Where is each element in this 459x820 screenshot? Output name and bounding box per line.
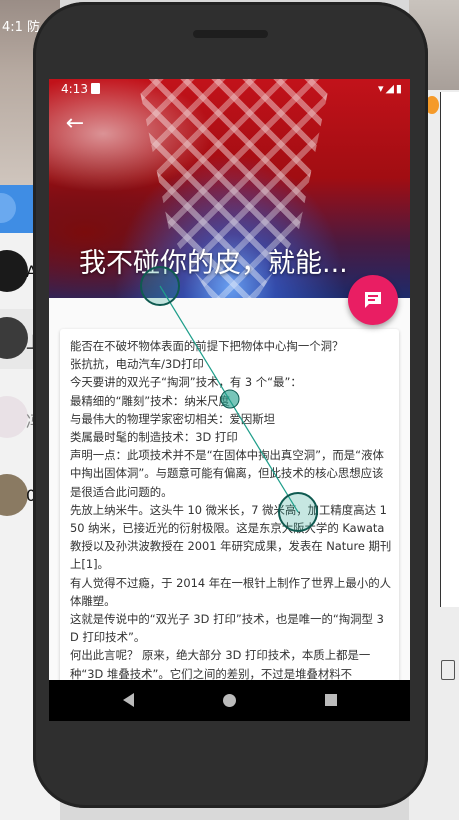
- touch-start-marker: [140, 266, 180, 306]
- touch-mid-marker: [220, 389, 240, 409]
- touch-end-marker: [278, 492, 318, 532]
- touch-gesture-overlay: [140, 266, 318, 532]
